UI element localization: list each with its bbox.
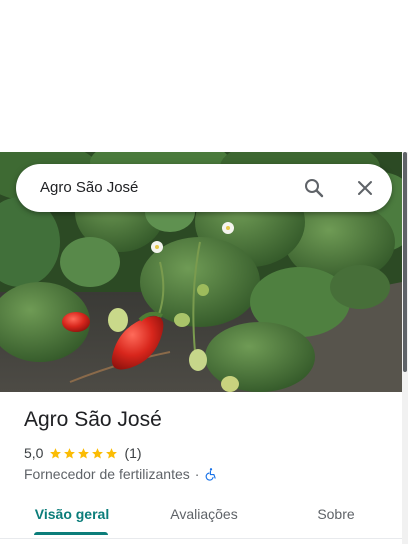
place-tabs: Visão geral Avaliações Sobre (0, 492, 402, 536)
scrollbar[interactable] (402, 152, 408, 544)
star-icon (92, 447, 104, 459)
search-icon[interactable] (302, 176, 326, 200)
star-icon (106, 447, 118, 459)
rating-row[interactable]: 5,0 (1) (24, 444, 142, 462)
place-title: Agro São José (24, 408, 162, 431)
review-count-link[interactable]: (1) (124, 445, 141, 461)
place-panel: Agro São José Agro São José 5,0 (1) Forn… (0, 0, 408, 544)
active-tab-indicator (34, 532, 108, 535)
tab-reviews[interactable]: Avaliações (154, 492, 254, 536)
tab-about[interactable]: Sobre (296, 492, 376, 536)
place-category[interactable]: Fornecedor de fertilizantes (24, 466, 190, 482)
close-icon[interactable] (353, 176, 377, 200)
scrollbar-thumb[interactable] (403, 152, 407, 372)
star-icon (64, 447, 76, 459)
wheelchair-accessible-icon (206, 468, 217, 481)
star-icon (78, 447, 90, 459)
tab-overview[interactable]: Visão geral (24, 492, 120, 536)
separator: · (194, 466, 200, 482)
category-row: Fornecedor de fertilizantes · (24, 465, 218, 483)
star-icon (50, 447, 62, 459)
search-box[interactable]: Agro São José (16, 164, 392, 212)
tabs-divider (0, 538, 402, 539)
search-input[interactable]: Agro São José (40, 164, 138, 212)
rating-value: 5,0 (24, 445, 44, 461)
star-rating (49, 447, 119, 460)
